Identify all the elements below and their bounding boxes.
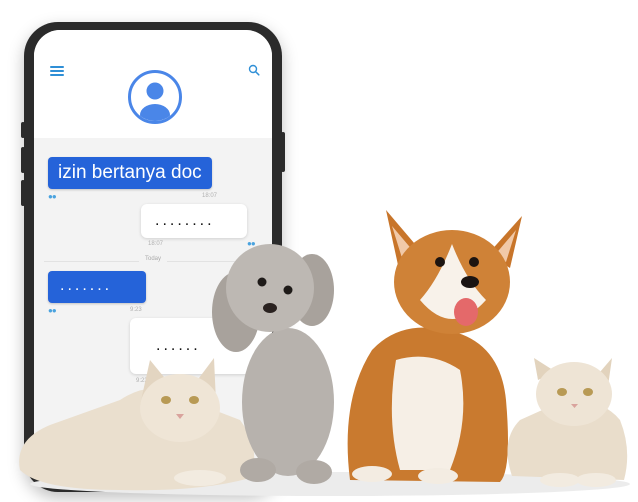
outgoing-message-bubble[interactable]: ...... — [130, 318, 272, 374]
phone-screen: izin bertanya doc ●● 18:07 ........ 18:0… — [34, 30, 272, 486]
day-divider: Today — [44, 256, 262, 266]
incoming-message-bubble[interactable]: ....... — [48, 271, 146, 303]
phone-side-button — [21, 180, 25, 206]
chat-message-list: izin bertanya doc ●● 18:07 ........ 18:0… — [34, 138, 272, 486]
message-time: 18:07 — [148, 241, 164, 247]
message-time: 9:23 — [136, 378, 148, 384]
phone-side-button — [281, 132, 285, 172]
read-receipt-icon: ●● — [48, 306, 57, 315]
chat-app-bar — [34, 30, 272, 138]
hamburger-menu-icon[interactable] — [50, 66, 64, 76]
read-receipt-icon: ●● — [247, 239, 256, 248]
hero-illustration: izin bertanya doc ●● 18:07 ........ 18:0… — [0, 0, 638, 502]
day-divider-label: Today — [138, 256, 167, 262]
message-time: 18:07 — [202, 193, 218, 199]
phone-side-button — [21, 122, 25, 138]
phone-side-button — [21, 147, 25, 173]
incoming-message-bubble[interactable]: izin bertanya doc — [48, 157, 212, 189]
search-icon[interactable] — [248, 64, 260, 76]
corgi-dog — [347, 210, 522, 484]
phone-mockup: izin bertanya doc ●● 18:07 ........ 18:0… — [21, 22, 285, 492]
read-receipt-icon: ●● — [48, 192, 57, 201]
user-avatar-icon[interactable] — [128, 70, 182, 124]
message-time: 9:23 — [130, 307, 142, 313]
outgoing-message-bubble[interactable]: ........ — [141, 204, 247, 238]
cat-right — [507, 358, 628, 487]
